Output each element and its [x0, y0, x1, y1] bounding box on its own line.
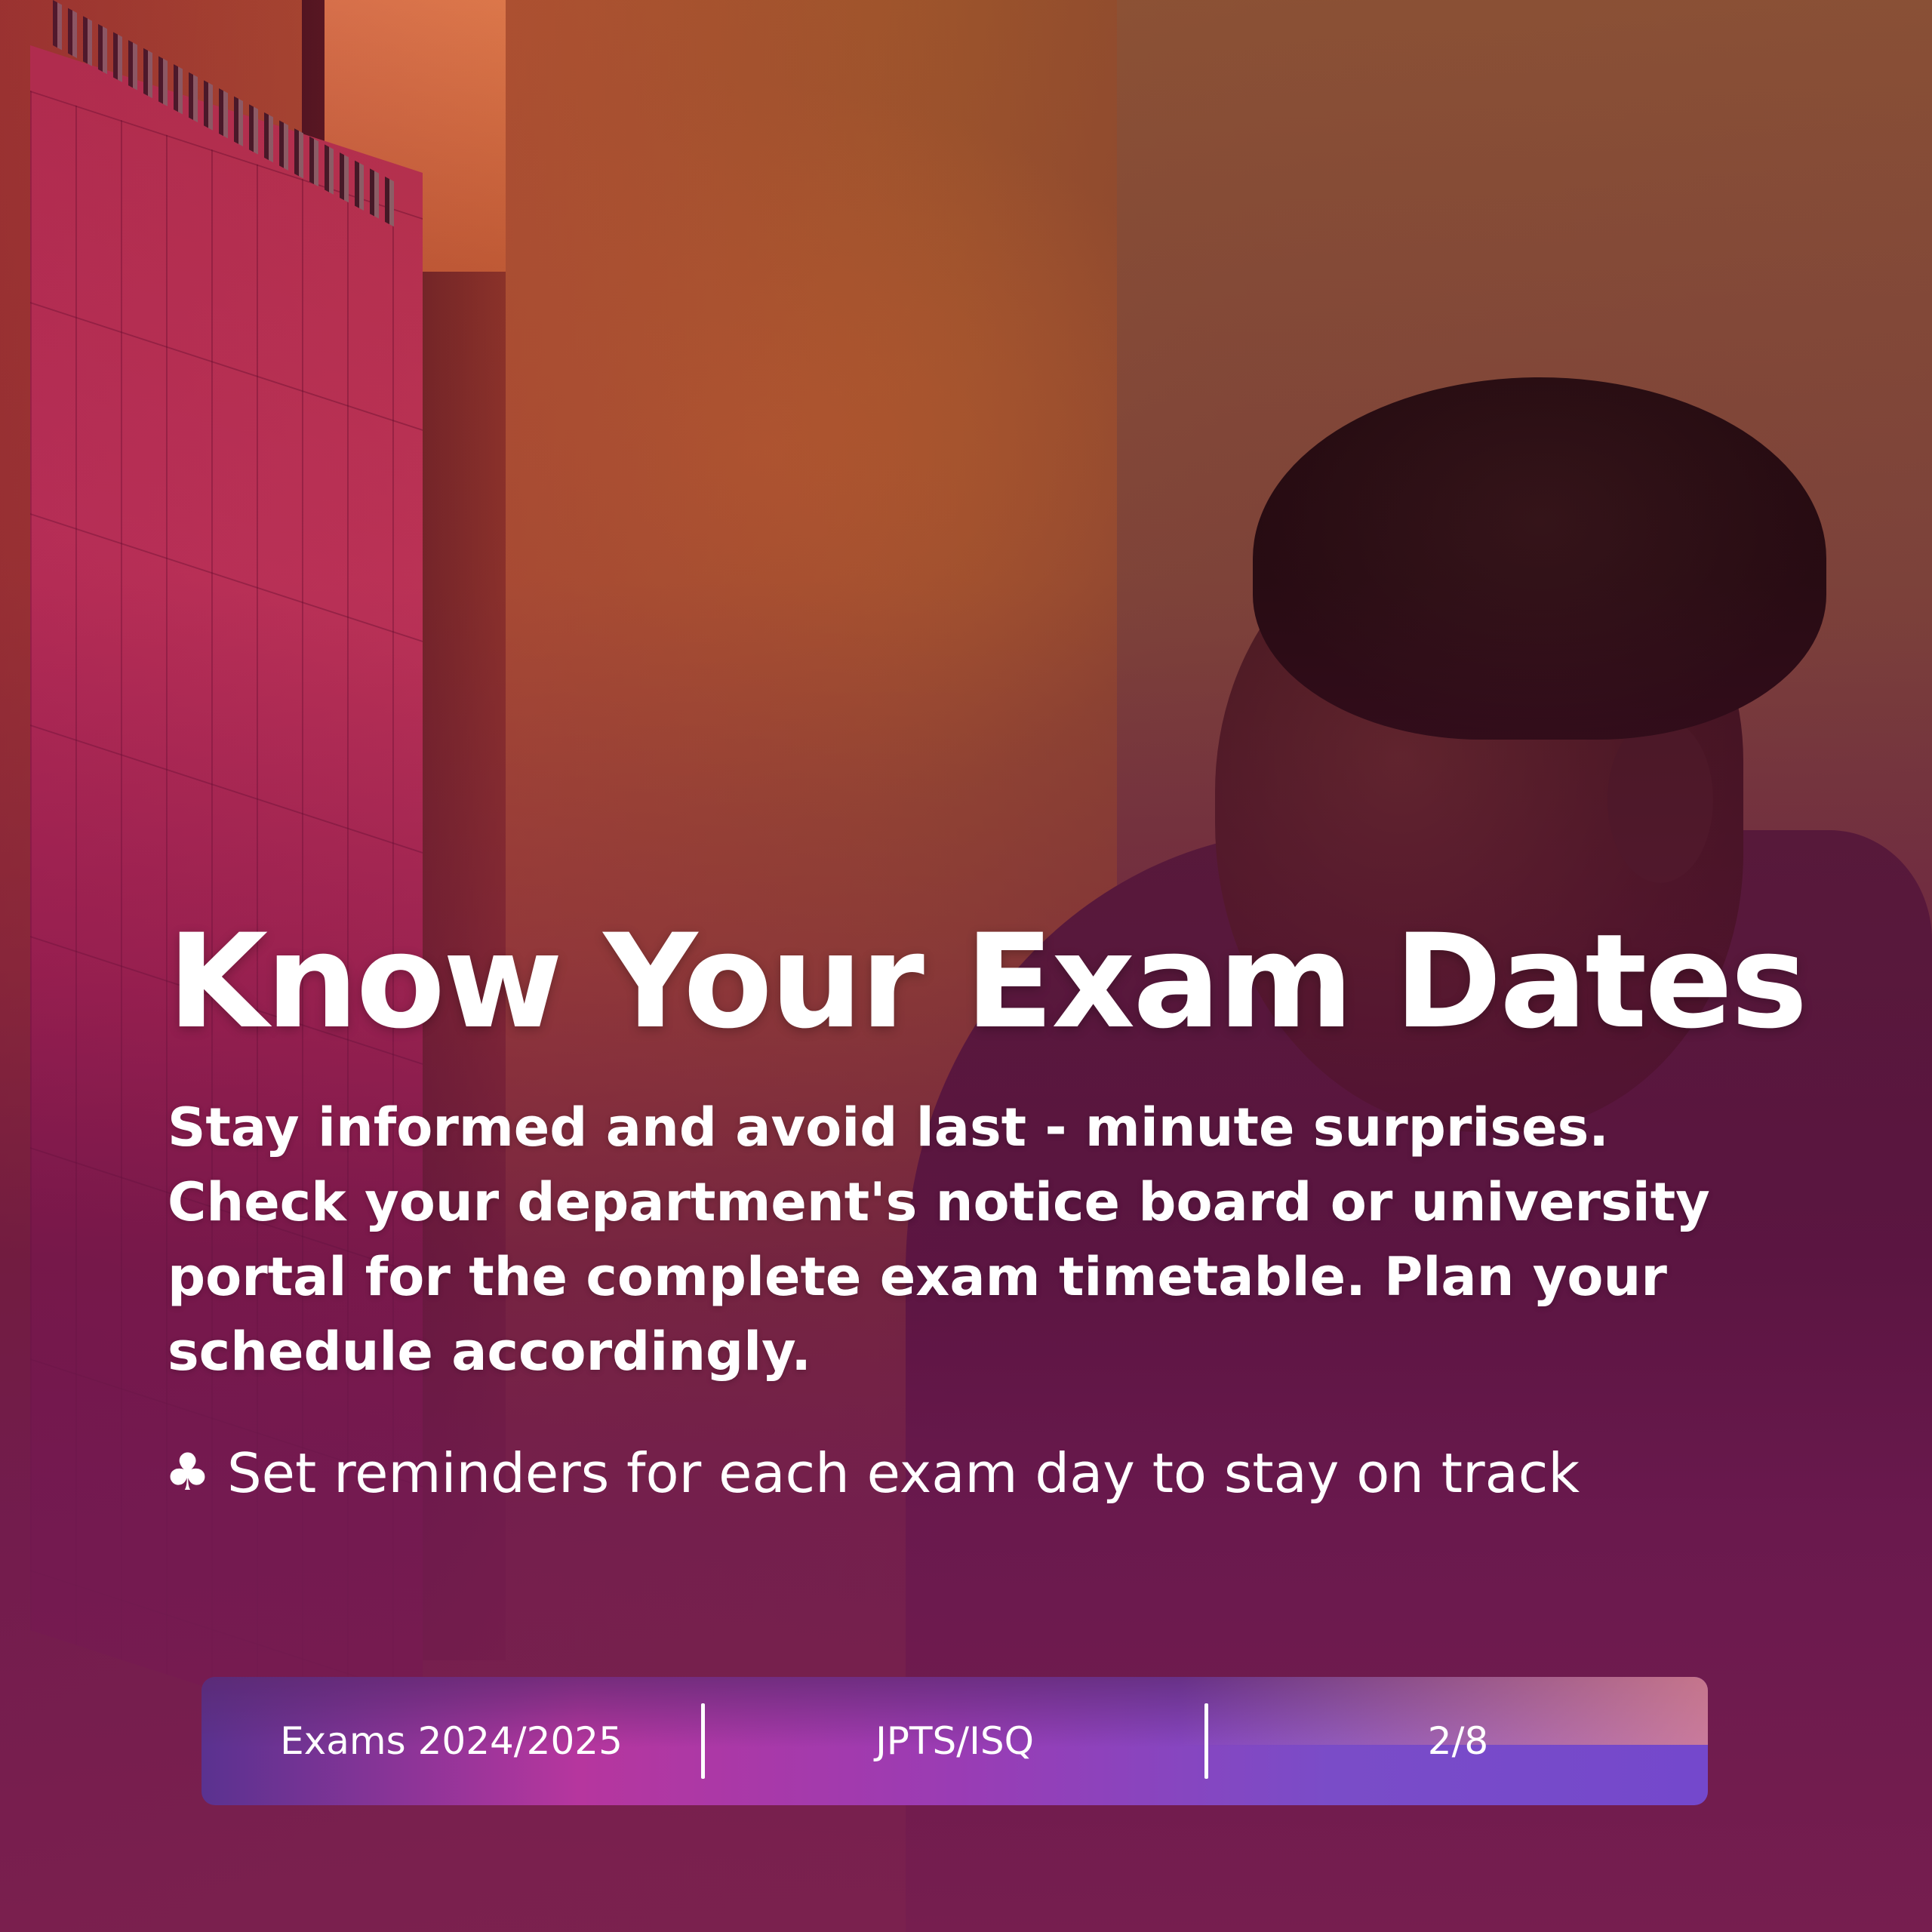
slide-title: Know Your Exam Dates	[168, 906, 1807, 1057]
slide: Know Your Exam Dates Stay informed and a…	[0, 0, 1932, 1932]
club-icon: ♣	[165, 1443, 211, 1503]
tip-row: ♣ Set reminders for each exam day to sta…	[165, 1441, 1825, 1505]
tip-text: Set reminders for each exam day to stay …	[226, 1441, 1580, 1505]
footer-session: Exams 2024/2025	[280, 1719, 623, 1763]
footer-bar: Exams 2024/2025 JPTS/ISQ 2/8	[202, 1677, 1708, 1805]
footer-handle: JPTS/ISQ	[875, 1719, 1034, 1763]
slide-body: Stay informed and avoid last - minute su…	[168, 1097, 1710, 1383]
footer-page-indicator: 2/8	[1427, 1719, 1489, 1763]
